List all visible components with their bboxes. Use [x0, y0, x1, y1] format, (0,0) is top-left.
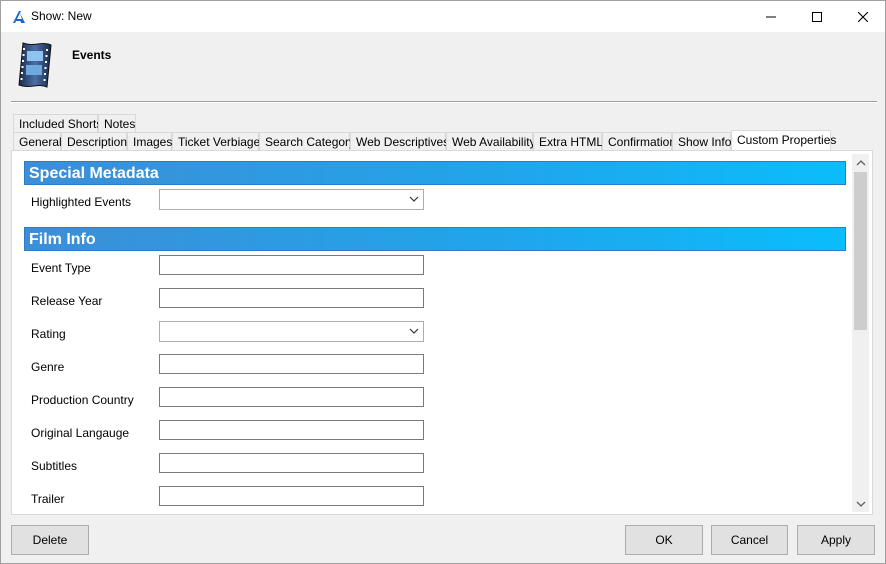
tab-notes[interactable]: Notes	[98, 114, 136, 133]
close-button[interactable]	[840, 1, 886, 32]
tab-web-descriptives[interactable]: Web Descriptives	[350, 132, 449, 151]
minimize-icon	[766, 16, 776, 17]
highlighted-events-select[interactable]	[159, 189, 424, 210]
label-original-language: Original Langauge	[31, 426, 130, 440]
rating-select[interactable]	[159, 321, 424, 342]
scroll-thumb[interactable]	[854, 172, 867, 330]
label-highlighted-events: Highlighted Events	[31, 195, 132, 209]
tab-confirmation[interactable]: Confirmation	[602, 132, 676, 151]
tab-included-shorts[interactable]: Included Shorts	[13, 114, 102, 133]
cancel-button[interactable]: Cancel	[711, 525, 788, 555]
tab-images[interactable]: Images	[127, 132, 172, 151]
chevron-down-icon	[409, 328, 419, 334]
subtitles-input[interactable]	[159, 453, 424, 473]
section-header-film-info: Film Info	[24, 227, 846, 251]
window-title: Show: New	[31, 9, 92, 23]
tab-show-info[interactable]: Show Info	[672, 132, 731, 151]
dialog-header: Events	[1, 32, 885, 102]
maximize-button[interactable]	[794, 1, 840, 32]
close-icon	[858, 11, 868, 22]
title-bar[interactable]: Show: New	[1, 1, 885, 32]
label-trailer: Trailer	[31, 492, 65, 506]
dialog-window: Show: New Events Included Shorts Notes G…	[0, 0, 886, 564]
minimize-button[interactable]	[748, 1, 794, 32]
production-country-input[interactable]	[159, 387, 424, 407]
apply-button[interactable]: Apply	[797, 525, 875, 555]
scroll-down-button[interactable]	[852, 495, 869, 512]
event-type-input[interactable]	[159, 255, 424, 275]
tab-ticket-verbiage[interactable]: Ticket Verbiage	[172, 132, 260, 151]
delete-button[interactable]: Delete	[11, 525, 89, 555]
tab-extra-html[interactable]: Extra HTML	[533, 132, 603, 151]
label-production-country: Production Country	[31, 393, 134, 407]
label-rating: Rating	[31, 327, 66, 341]
chevron-down-icon	[856, 501, 865, 507]
label-subtitles: Subtitles	[31, 459, 78, 473]
scroll-up-button[interactable]	[852, 154, 869, 171]
chevron-down-icon	[409, 196, 419, 202]
label-event-type: Event Type	[31, 261, 91, 275]
tab-web-availability[interactable]: Web Availability	[446, 132, 536, 151]
label-release-year: Release Year	[31, 294, 103, 308]
tab-description[interactable]: Description	[61, 132, 127, 151]
chevron-up-icon	[856, 159, 865, 165]
maximize-icon	[812, 11, 822, 22]
tab-custom-properties[interactable]: Custom Properties	[731, 130, 836, 150]
section-header-special-metadata: Special Metadata	[24, 161, 846, 185]
genre-input[interactable]	[159, 354, 424, 374]
vertical-scrollbar[interactable]	[852, 154, 869, 512]
ok-button[interactable]: OK	[625, 525, 703, 555]
app-logo-icon	[13, 11, 25, 23]
original-language-input[interactable]	[159, 420, 424, 440]
header-title: Events	[72, 48, 112, 62]
tab-general[interactable]: General	[13, 132, 62, 151]
film-strip-icon	[18, 42, 52, 88]
tab-search-category[interactable]: Search Category	[259, 132, 355, 151]
trailer-input[interactable]	[159, 486, 424, 506]
label-genre: Genre	[31, 360, 65, 374]
release-year-input[interactable]	[159, 288, 424, 308]
custom-properties-panel: Special Metadata Highlighted Events Film…	[11, 150, 873, 515]
header-separator	[11, 101, 877, 103]
